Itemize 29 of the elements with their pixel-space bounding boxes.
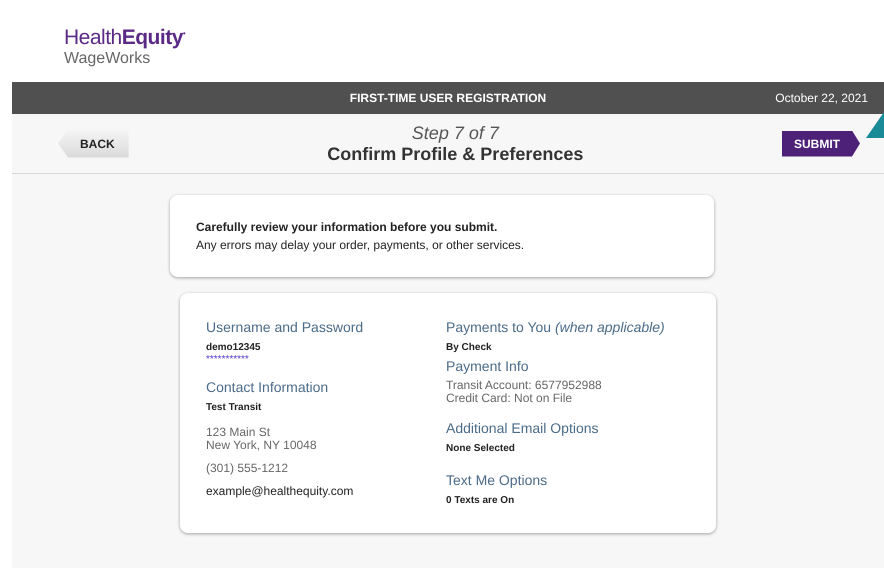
field-value: By Check — [446, 341, 493, 355]
field-value: (301) 555-1212 — [206, 462, 290, 475]
logo: HealthEquity$^{•}$ — [64, 25, 186, 50]
notice-text: Any errors may delay your order, payments, or other services. — [196, 237, 526, 254]
section-heading: Additional Email Options — [446, 420, 600, 437]
field-value: None Selected — [446, 442, 516, 456]
notice-lead: Carefully review your information before you submit. — [196, 219, 498, 236]
field-value: example@healthequity.com — [206, 485, 354, 498]
field-value: 123 Main St — [206, 426, 272, 439]
section-heading: Payment Info — [446, 357, 530, 376]
step-heading: Confirm Profile & Preferences — [327, 144, 584, 164]
step-indicator: Step 7 of 7 — [410, 122, 500, 144]
field-value: 0 Texts are On — [446, 494, 516, 508]
masked-password: *********** — [206, 356, 250, 364]
submit-button[interactable]: SUBMIT — [782, 130, 860, 156]
triangle-icon — [866, 112, 884, 138]
section-heading: Contact Information — [206, 379, 330, 396]
field-value: Test Transit — [206, 401, 262, 415]
field-value: New York, NY 10048 — [206, 439, 318, 452]
date-text: October 22, 2021 — [775, 91, 868, 105]
field-value: demo12345 — [206, 341, 262, 355]
page-title: FIRST-TIME USER REGISTRATION — [350, 91, 546, 105]
field-value: Credit Card: Not on File — [446, 392, 574, 405]
back-button[interactable]: BACK — [58, 130, 129, 158]
section-heading: Text Me Options — [446, 472, 548, 489]
field-value: Transit Account: 6577952988 — [446, 379, 603, 392]
logo-subtitle: WageWorks — [64, 50, 152, 68]
section-heading: Username and Password — [206, 319, 364, 336]
section-heading: Payments to You (when applicable) — [446, 319, 666, 336]
